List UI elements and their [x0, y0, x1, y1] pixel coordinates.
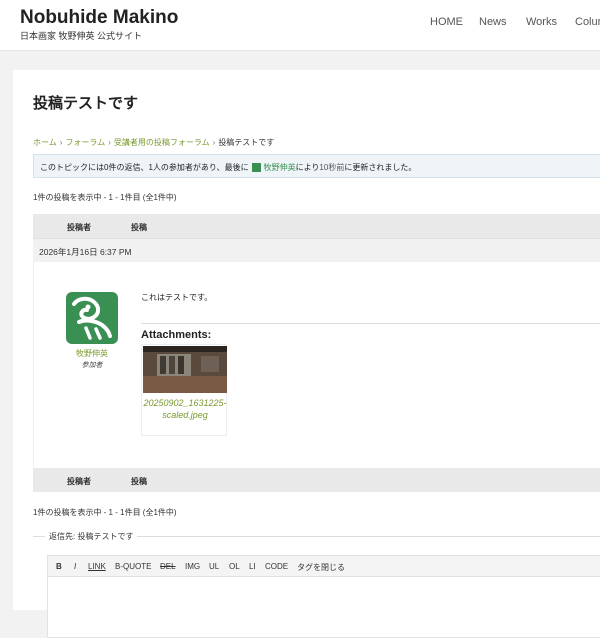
- table-header-bottom: 投稿者 投稿: [33, 468, 600, 492]
- attachment-thumbnail[interactable]: [143, 346, 227, 393]
- toolbar-del-button[interactable]: DEL: [160, 562, 176, 571]
- post-count-top: 1件の投稿を表示中 - 1 - 1件目 (全1件中): [33, 193, 177, 202]
- post-date: 2026年1月16日 6:37 PM: [39, 247, 132, 257]
- breadcrumb-separator: ›: [212, 138, 216, 147]
- post-column-footer: 投稿: [131, 477, 147, 486]
- nav-news[interactable]: News: [479, 16, 507, 28]
- breadcrumb-home[interactable]: ホーム: [33, 138, 57, 147]
- breadcrumb-student-forum[interactable]: 受講者用の投稿フォーラム: [114, 138, 210, 147]
- attachment-filename-link[interactable]: 20250902_1631225-scaled.jpeg: [142, 397, 228, 421]
- author-column-footer: 投稿者: [67, 477, 91, 486]
- breadcrumb-current: 投稿テストです: [218, 138, 275, 147]
- breadcrumb-forum[interactable]: フォーラム: [65, 138, 105, 147]
- attachment-item[interactable]: 20250902_1631225-scaled.jpeg: [141, 344, 227, 436]
- toolbar-img-button[interactable]: IMG: [185, 562, 200, 571]
- toolbar-li-button[interactable]: LI: [249, 562, 256, 571]
- table-header-top: 投稿者 投稿: [33, 214, 600, 238]
- post-text: これはテストです。: [141, 293, 213, 302]
- notice-mid: により: [295, 163, 320, 172]
- site-description: 日本画家 牧野伸英 公式サイト: [20, 31, 143, 41]
- site-header: Nobuhide Makino 日本画家 牧野伸英 公式サイト HOME New…: [0, 0, 600, 51]
- post-body: 牧野伸英 参加者 これはテストです。 Attachments: 20250902…: [33, 262, 600, 467]
- page-title: 投稿テストです: [33, 95, 139, 112]
- post-date-row: 2026年1月16日 6:37 PM: [33, 238, 600, 262]
- toolbar-link-button[interactable]: LINK: [88, 562, 106, 571]
- post-divider: [141, 323, 600, 324]
- nav-home[interactable]: HOME: [430, 16, 463, 28]
- main-content: 投稿テストです ホーム › フォーラム › 受講者用の投稿フォーラム › 投稿テストです こ…: [13, 70, 600, 638]
- breadcrumb: ホーム › フォーラム › 受講者用の投稿フォーラム › 投稿テストです: [33, 137, 274, 148]
- notice-user-link[interactable]: 牧野伸英: [264, 163, 296, 172]
- author-name-link[interactable]: 牧野伸英: [62, 348, 122, 359]
- reply-form: 返信先: 投稿テストです B I LINK B-QUOTE DEL IMG UL…: [33, 531, 600, 638]
- breadcrumb-separator: ›: [108, 138, 111, 147]
- notice-suffix: に更新されました。: [344, 163, 417, 172]
- reply-legend: 返信先: 投稿テストです: [45, 531, 138, 542]
- site-title[interactable]: Nobuhide Makino: [20, 7, 178, 29]
- toolbar-code-button[interactable]: CODE: [265, 562, 288, 571]
- toolbar-close-tags-button[interactable]: タグを閉じる: [297, 562, 345, 573]
- user-avatar-icon[interactable]: [251, 163, 261, 172]
- breadcrumb-separator: ›: [59, 138, 63, 147]
- nav-column[interactable]: Colur: [575, 16, 600, 28]
- post-count-bottom: 1件の投稿を表示中 - 1 - 1件目 (全1件中): [33, 508, 177, 517]
- editor-toolbar: B I LINK B-QUOTE DEL IMG UL OL LI CODE タ…: [47, 555, 600, 577]
- author-column-header: 投稿者: [67, 223, 91, 232]
- attachments-heading: Attachments:: [141, 329, 212, 341]
- nav-works[interactable]: Works: [526, 16, 557, 28]
- toolbar-ul-button[interactable]: UL: [209, 562, 219, 571]
- toolbar-italic-button[interactable]: I: [74, 562, 76, 571]
- author-avatar-icon[interactable]: [66, 292, 118, 344]
- reply-textarea[interactable]: [47, 577, 600, 638]
- notice-time-link[interactable]: 10秒前: [319, 163, 344, 172]
- topic-notice: このトピックには0件の返信、1人の参加者があり、最後に 牧野伸英により10秒前に更…: [33, 154, 600, 178]
- toolbar-ol-button[interactable]: OL: [229, 562, 240, 571]
- toolbar-bold-button[interactable]: B: [56, 562, 62, 571]
- notice-prefix: このトピックには0件の返信、1人の参加者があり、最後に: [40, 163, 249, 172]
- author-role: 参加者: [81, 362, 103, 369]
- post-column-header: 投稿: [131, 223, 147, 232]
- toolbar-blockquote-button[interactable]: B-QUOTE: [115, 562, 151, 571]
